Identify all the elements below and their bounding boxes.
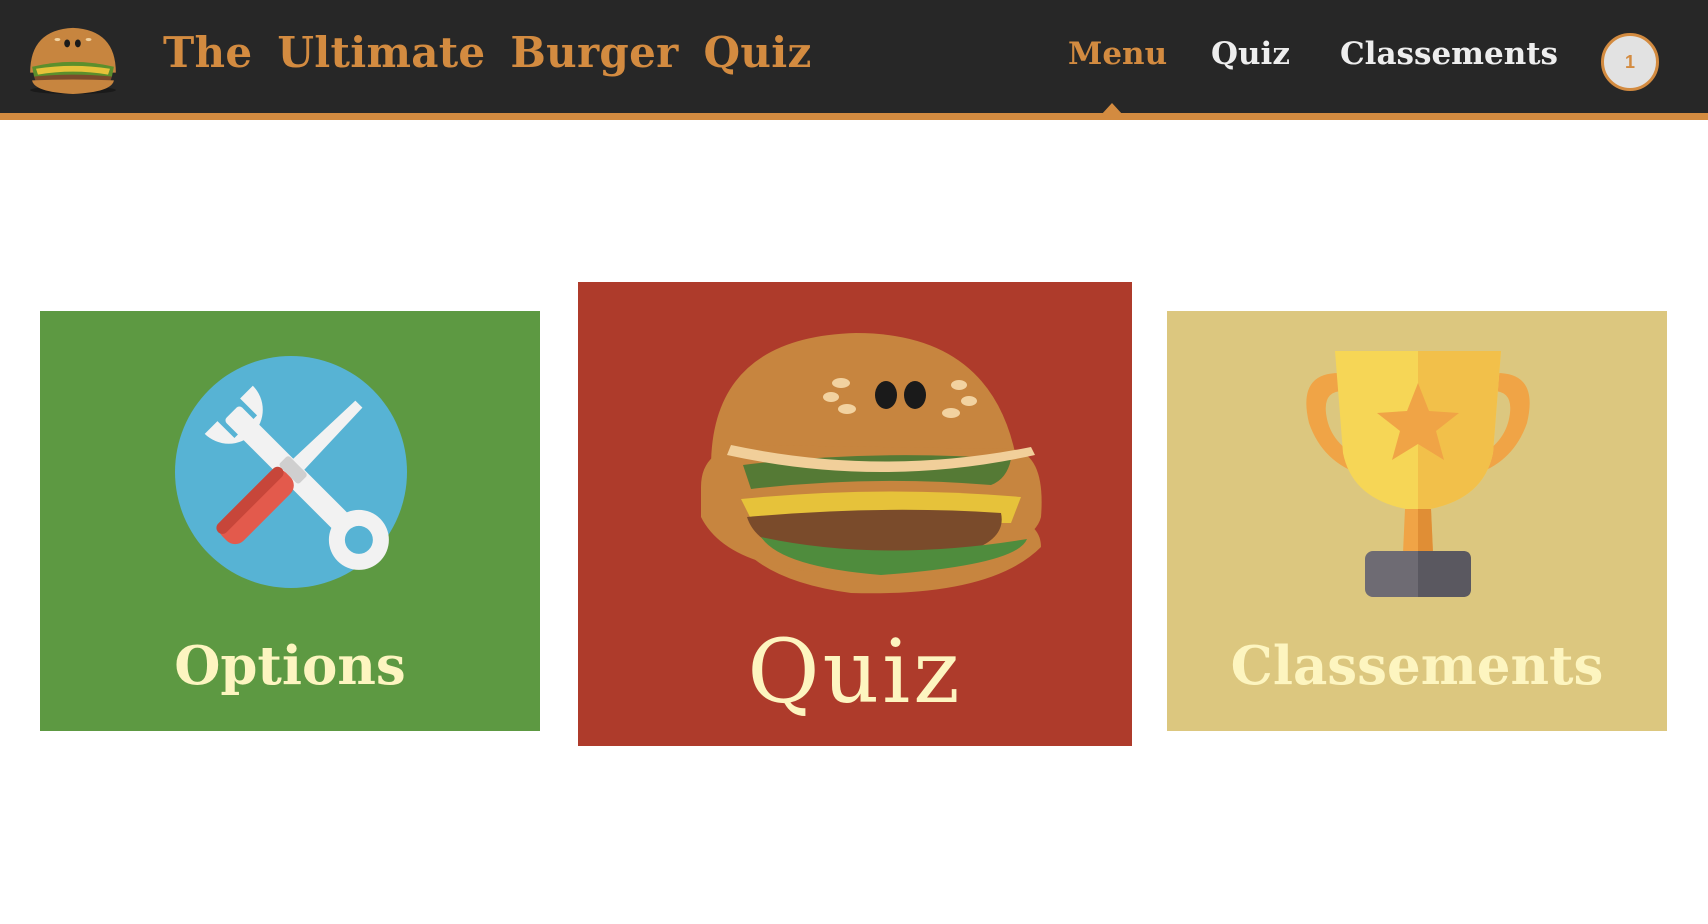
- app-title: The Ultimate Burger Quiz: [163, 28, 812, 77]
- burger-icon: [701, 333, 1042, 594]
- tile-quiz[interactable]: Quiz: [578, 282, 1132, 746]
- user-badge[interactable]: 1: [1601, 33, 1659, 91]
- nav-classements[interactable]: Classements: [1340, 36, 1558, 72]
- tile-label-classements: Classements: [1230, 635, 1604, 697]
- tile-options[interactable]: Options: [40, 311, 540, 731]
- tile-label-quiz: Quiz: [747, 620, 963, 723]
- tools-icon: [175, 356, 407, 588]
- navbar: The Ultimate Burger Quiz Menu Quiz Class…: [0, 0, 1708, 120]
- nav-menu[interactable]: Menu: [1068, 36, 1167, 72]
- trophy-icon: [1306, 351, 1530, 597]
- active-nav-indicator: [1101, 103, 1123, 115]
- burger-logo-icon[interactable]: [24, 22, 122, 96]
- tile-classements[interactable]: Classements: [1167, 311, 1667, 731]
- nav-quiz[interactable]: Quiz: [1211, 36, 1290, 72]
- tile-label-options: Options: [174, 635, 406, 697]
